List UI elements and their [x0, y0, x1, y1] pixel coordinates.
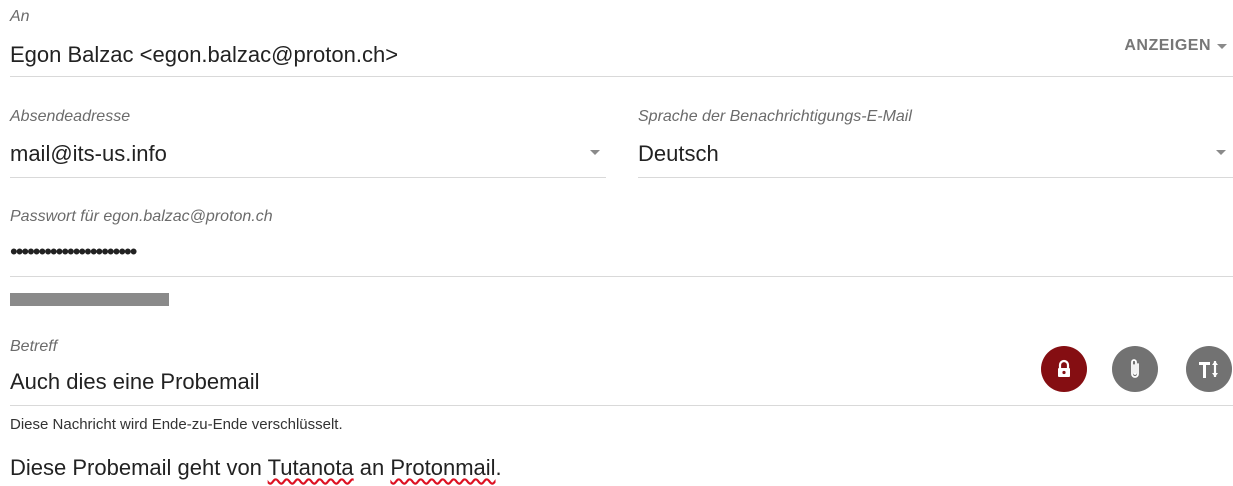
- show-recipients-label: ANZEIGEN: [1124, 37, 1211, 54]
- sender-underline: [10, 177, 606, 178]
- encryption-note: Diese Nachricht wird Ende-zu-Ende versch…: [10, 416, 343, 433]
- body-text: Diese Probemail geht von: [10, 455, 268, 480]
- password-strength-fill: [10, 293, 169, 306]
- password-input[interactable]: ••••••••••••••••••••••: [10, 241, 137, 263]
- attach-file-button[interactable]: [1112, 346, 1158, 392]
- misspelled-word: Protonmail: [390, 455, 496, 480]
- password-strength-bar: [10, 293, 1233, 306]
- subject-input[interactable]: Auch dies eine Probemail: [10, 369, 259, 395]
- password-label: Passwort für egon.balzac@proton.ch: [10, 208, 273, 225]
- sender-select[interactable]: mail@its-us.info: [10, 138, 606, 178]
- body-text: an: [353, 455, 391, 480]
- body-text: .: [495, 455, 502, 480]
- chevron-down-icon: [1217, 43, 1227, 49]
- sender-value: mail@its-us.info: [10, 141, 167, 166]
- recipient-label: An: [10, 8, 30, 25]
- text-format-button[interactable]: [1186, 346, 1232, 392]
- paperclip-icon: [1131, 359, 1139, 378]
- misspelled-word: Tutanota: [267, 455, 354, 480]
- language-select[interactable]: Deutsch: [638, 138, 1233, 178]
- password-underline: [10, 276, 1233, 277]
- language-label: Sprache der Benachrichtigungs-E-Mail: [638, 108, 912, 125]
- lock-icon: [1058, 359, 1070, 377]
- message-body[interactable]: Diese Probemail geht von Tutanota an Pro…: [10, 455, 502, 481]
- sender-label: Absendeadresse: [10, 108, 131, 125]
- chevron-down-icon: [590, 150, 600, 155]
- subject-underline: [10, 405, 1233, 406]
- subject-label: Betreff: [10, 338, 58, 355]
- recipient-input[interactable]: Egon Balzac <egon.balzac@proton.ch>: [10, 42, 398, 68]
- recipient-underline: [10, 76, 1233, 77]
- show-recipients-button[interactable]: ANZEIGEN: [1124, 37, 1227, 55]
- confidential-toggle-button[interactable]: [1041, 346, 1087, 392]
- language-value: Deutsch: [638, 141, 719, 166]
- text-format-icon: [1199, 361, 1218, 378]
- language-underline: [638, 177, 1233, 178]
- chevron-down-icon: [1216, 150, 1226, 155]
